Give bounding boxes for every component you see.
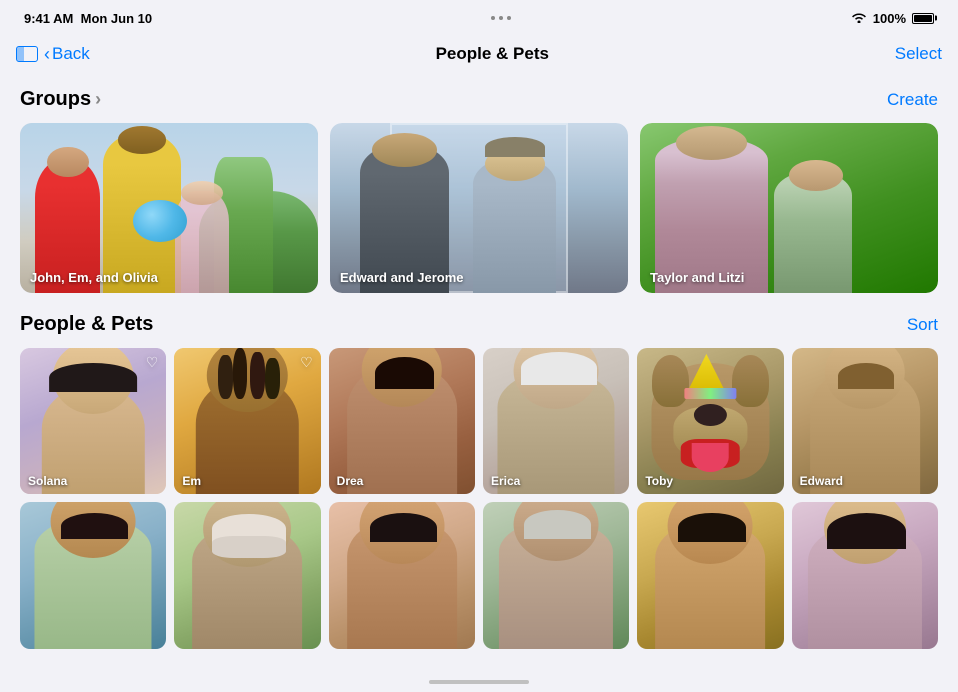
status-center	[491, 16, 511, 20]
person-label-em: Em	[182, 474, 201, 488]
person-card-edward[interactable]: Edward	[792, 348, 938, 494]
select-button[interactable]: Select	[895, 44, 942, 64]
person-card-solana[interactable]: ♡ Solana	[20, 348, 166, 494]
group-card-3[interactable]: Taylor and Litzi	[640, 123, 938, 293]
wifi-icon	[851, 11, 867, 26]
nav-bar: ‹ Back People & Pets Select	[0, 32, 958, 80]
person-label-erica: Erica	[491, 474, 520, 488]
person-card-8[interactable]	[174, 502, 320, 648]
hair-strand-1	[218, 355, 233, 399]
person-card-drea[interactable]: Drea	[329, 348, 475, 494]
people-pets-section-header: People & Pets Sort	[20, 313, 938, 336]
people-grid: ♡ Solana ♡ Em Dr	[20, 348, 938, 649]
status-time: 9:41 AM Mon Jun 10	[24, 11, 152, 26]
content-area: Groups › Create	[0, 80, 958, 690]
heart-icon-solana: ♡	[146, 354, 159, 371]
groups-row: John, Em, and Olivia	[20, 123, 938, 293]
groups-chevron-icon: ›	[95, 89, 101, 110]
person-label-edward: Edward	[800, 474, 843, 488]
battery-icon	[912, 13, 934, 24]
groups-title[interactable]: Groups ›	[20, 88, 101, 111]
back-label: Back	[52, 44, 90, 64]
hair-strand-4	[265, 358, 280, 399]
person-card-10[interactable]	[483, 502, 629, 648]
person-card-erica[interactable]: Erica	[483, 348, 629, 494]
person-card-toby[interactable]: Toby	[637, 348, 783, 494]
create-button[interactable]: Create	[887, 90, 938, 110]
battery-percentage: 100%	[873, 11, 906, 26]
group-card-1[interactable]: John, Em, and Olivia	[20, 123, 318, 293]
people-pets-title: People & Pets	[20, 313, 153, 336]
group-label-2: Edward and Jerome	[340, 270, 464, 285]
group-label-1: John, Em, and Olivia	[30, 270, 158, 285]
groups-section-header: Groups › Create	[20, 88, 938, 111]
hair-strand-2	[233, 348, 248, 399]
page-title: People & Pets	[436, 44, 549, 64]
nav-left: ‹ Back	[16, 44, 90, 64]
person-card-7[interactable]	[20, 502, 166, 648]
device-frame: 9:41 AM Mon Jun 10 100%	[0, 0, 958, 692]
sort-button[interactable]: Sort	[907, 315, 938, 335]
heart-icon-em: ♡	[300, 354, 313, 371]
person-label-drea: Drea	[337, 474, 364, 488]
sidebar-toggle-icon[interactable]	[16, 46, 38, 62]
person-card-9[interactable]	[329, 502, 475, 648]
status-right: 100%	[851, 11, 934, 26]
back-chevron-icon: ‹	[44, 45, 50, 63]
person-card-11[interactable]	[637, 502, 783, 648]
scroll-indicator	[429, 680, 529, 684]
person-card-em[interactable]: ♡ Em	[174, 348, 320, 494]
group-label-3: Taylor and Litzi	[650, 270, 744, 285]
status-bar: 9:41 AM Mon Jun 10 100%	[0, 0, 958, 32]
hair-strand-3	[250, 352, 265, 399]
person-label-toby: Toby	[645, 474, 673, 488]
person-card-12[interactable]	[792, 502, 938, 648]
back-button[interactable]: ‹ Back	[44, 44, 90, 64]
group-card-2[interactable]: Edward and Jerome	[330, 123, 628, 293]
person-label-solana: Solana	[28, 474, 67, 488]
